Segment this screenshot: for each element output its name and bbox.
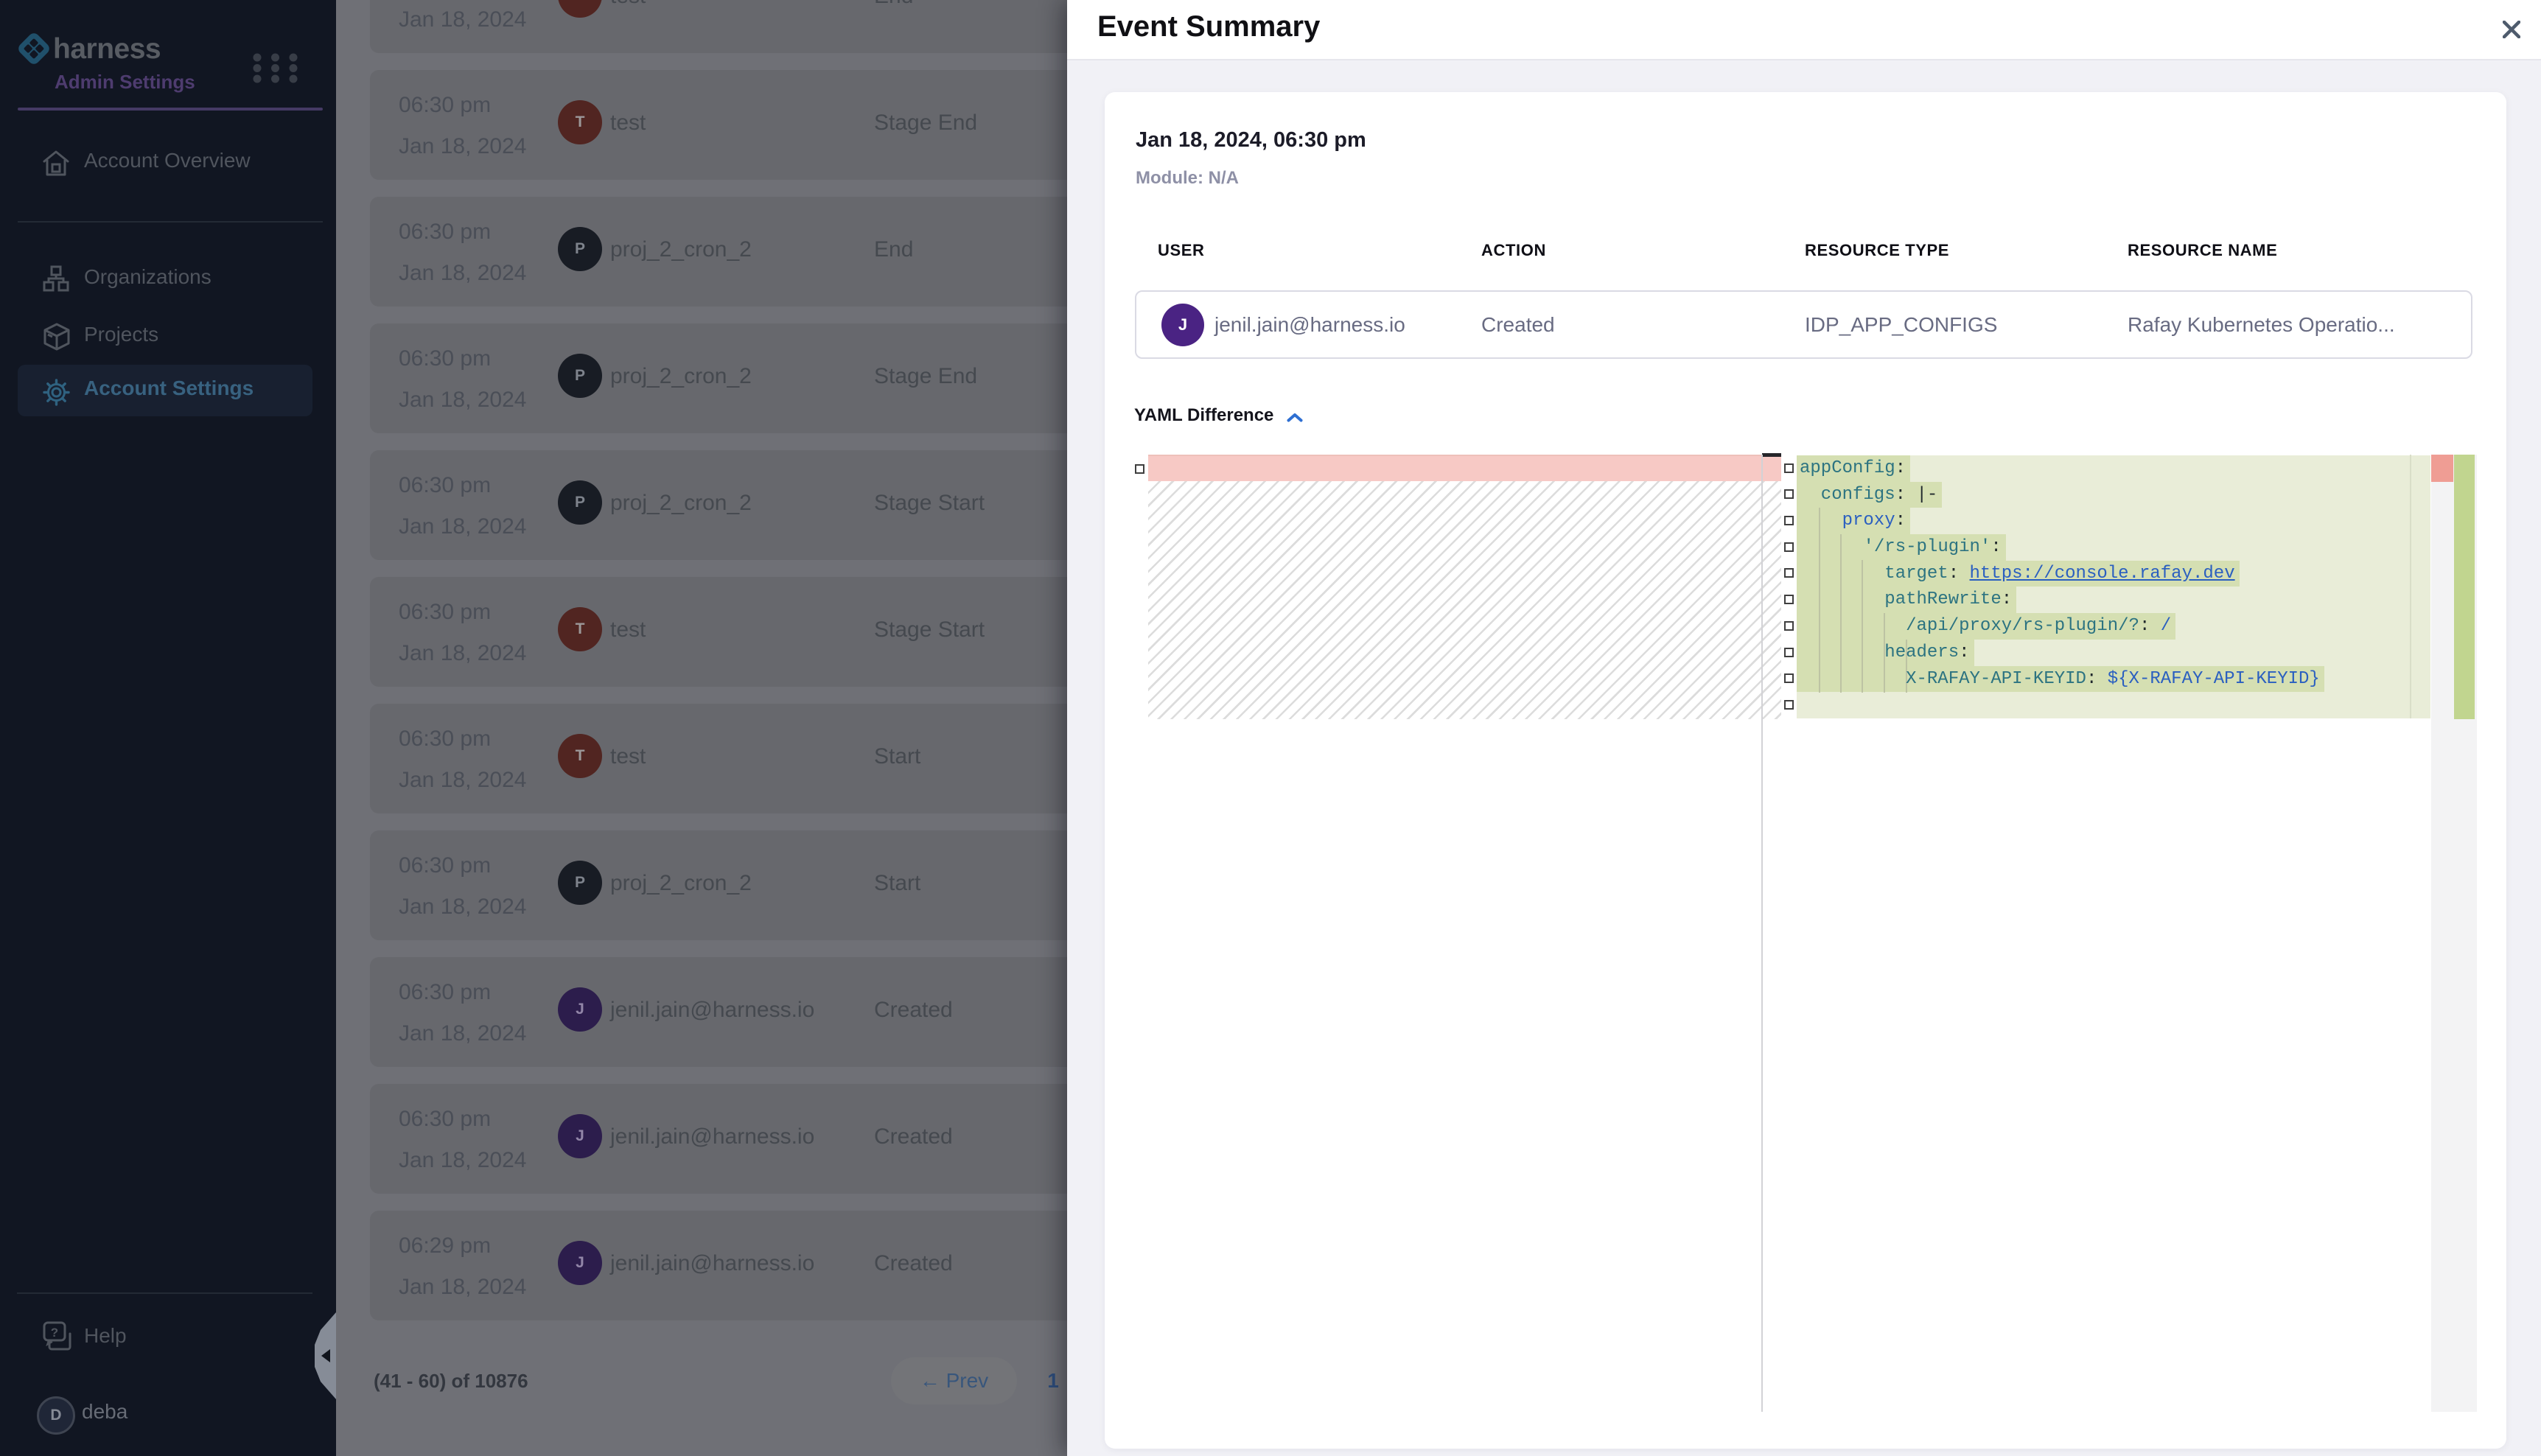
svg-text:?: ? bbox=[51, 1326, 58, 1340]
